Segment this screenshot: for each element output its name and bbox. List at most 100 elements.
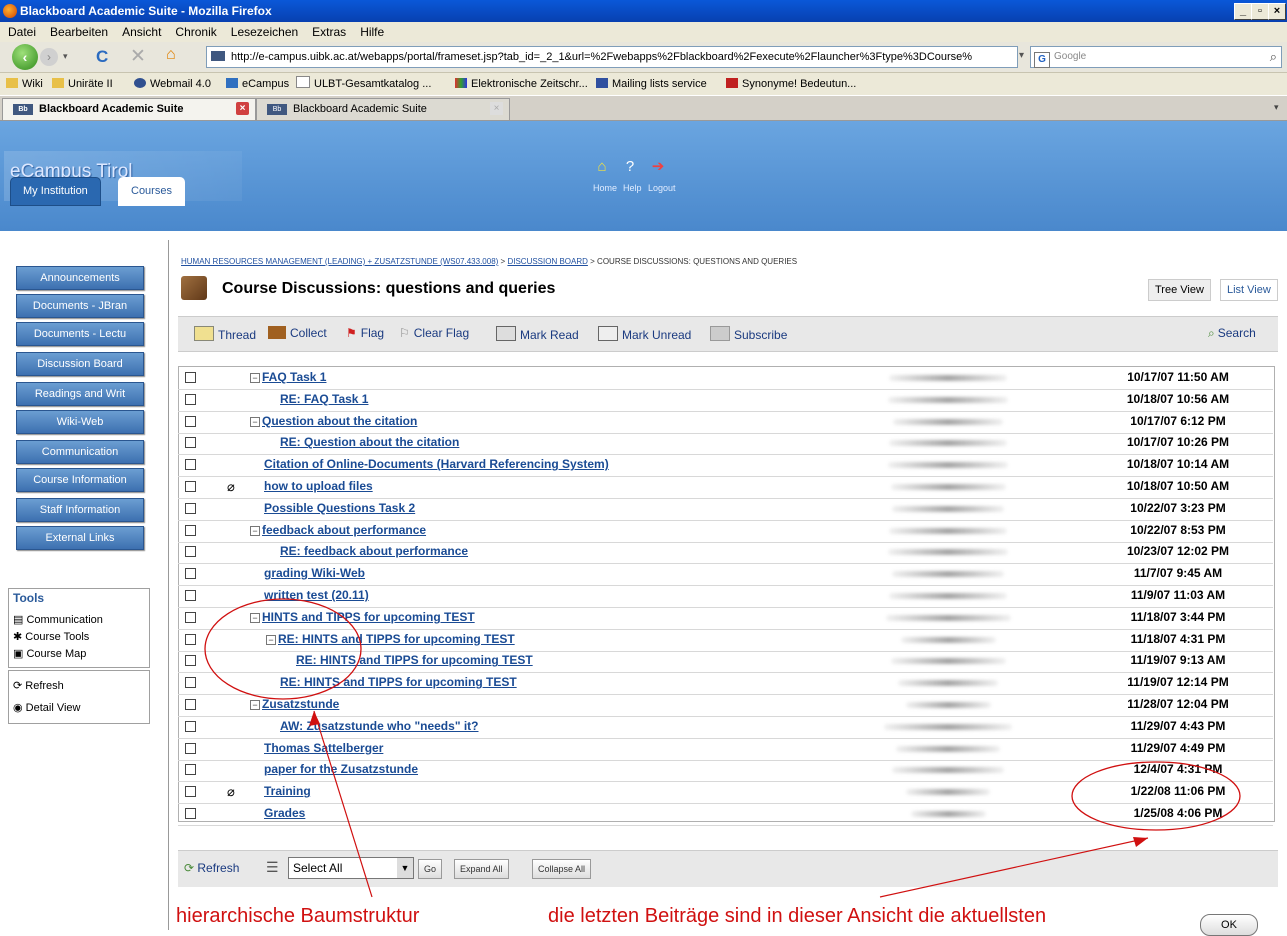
- menu-ansicht[interactable]: Ansicht: [122, 25, 161, 39]
- nav-documents-jbran[interactable]: Documents - JBran: [16, 294, 144, 318]
- row-checkbox[interactable]: [185, 372, 196, 383]
- reload-icon[interactable]: C: [96, 47, 108, 67]
- search-icon[interactable]: ⌕: [1270, 47, 1277, 67]
- tab-list-icon[interactable]: ▾: [1274, 102, 1279, 113]
- thread-subject-link[interactable]: Grades: [264, 806, 305, 820]
- nav-course-information[interactable]: Course Information: [16, 468, 144, 492]
- mark-unread-button[interactable]: Mark Unread: [598, 326, 691, 342]
- thread-subject-link[interactable]: Thomas Sattelberger: [264, 741, 383, 755]
- thread-subject-link[interactable]: RE: HINTS and TIPPS for upcoming TEST: [296, 653, 533, 667]
- bookmark-ulbt[interactable]: ULBT-Gesamtkatalog ...: [296, 73, 431, 95]
- thread-subject-link[interactable]: RE: HINTS and TIPPS for upcoming TEST: [278, 632, 515, 646]
- row-checkbox[interactable]: [185, 633, 196, 645]
- thread-subject-link[interactable]: RE: Question about the citation: [280, 435, 459, 449]
- nav-announcements[interactable]: Announcements: [16, 266, 144, 290]
- thread-subject-link[interactable]: RE: FAQ Task 1: [280, 392, 368, 406]
- thread-subject-link[interactable]: Question about the citation: [262, 414, 417, 428]
- nav-external-links[interactable]: External Links: [16, 526, 144, 550]
- help-icon[interactable]: ?: [622, 159, 638, 175]
- nav-communication[interactable]: Communication: [16, 440, 144, 464]
- bookmark-webmail[interactable]: Webmail 4.0: [134, 73, 211, 95]
- row-checkbox[interactable]: [185, 459, 196, 471]
- home-link[interactable]: Home: [593, 183, 617, 193]
- collapse-thread-icon[interactable]: −: [250, 416, 260, 427]
- collapse-all-button[interactable]: Collapse All: [532, 859, 592, 879]
- thread-subject-link[interactable]: AW: Zusatzstunde who "needs" it?: [280, 719, 479, 733]
- row-checkbox[interactable]: [185, 393, 196, 405]
- collapse-thread-icon[interactable]: −: [250, 373, 260, 383]
- tool-course-tools[interactable]: ✱ Course Tools: [13, 630, 89, 643]
- subscribe-button[interactable]: Subscribe: [710, 326, 787, 342]
- row-checkbox[interactable]: [185, 568, 196, 580]
- thread-subject-link[interactable]: Zusatzstunde: [262, 697, 339, 711]
- collapse-thread-icon[interactable]: −: [250, 700, 260, 710]
- tool-detail-view[interactable]: ◉ Detail View: [13, 701, 80, 714]
- expand-all-button[interactable]: Expand All: [454, 859, 509, 879]
- row-checkbox[interactable]: [185, 699, 196, 710]
- row-checkbox[interactable]: [185, 764, 196, 776]
- nav-readings[interactable]: Readings and Writ: [16, 382, 144, 406]
- row-checkbox[interactable]: [185, 742, 196, 754]
- thread-subject-link[interactable]: how to upload files: [264, 479, 373, 493]
- close-tab-icon[interactable]: ×: [236, 102, 249, 115]
- thread-subject-link[interactable]: RE: feedback about performance: [280, 544, 468, 558]
- bookmark-ezeitschrift[interactable]: Elektronische Zeitschr...: [455, 73, 588, 95]
- menu-bearbeiten[interactable]: Bearbeiten: [50, 25, 108, 39]
- collect-button[interactable]: Collect: [268, 326, 327, 340]
- minimize-button[interactable]: _: [1234, 3, 1252, 20]
- collapse-thread-icon[interactable]: −: [250, 525, 260, 536]
- menu-chronik[interactable]: Chronik: [175, 25, 216, 39]
- row-checkbox[interactable]: [185, 502, 196, 514]
- thread-subject-link[interactable]: grading Wiki-Web: [264, 566, 365, 580]
- thread-subject-link[interactable]: Citation of Online-Documents (Harvard Re…: [264, 457, 609, 471]
- tree-view-button[interactable]: Tree View: [1148, 279, 1211, 301]
- thread-subject-link[interactable]: feedback about performance: [262, 523, 426, 537]
- row-checkbox[interactable]: [185, 437, 196, 449]
- row-checkbox[interactable]: [185, 546, 196, 558]
- thread-subject-link[interactable]: HINTS and TIPPS for upcoming TEST: [262, 610, 475, 624]
- tab-active[interactable]: Bb Blackboard Academic Suite ×: [2, 98, 256, 120]
- search-input[interactable]: G Google ⌕: [1030, 46, 1282, 68]
- row-checkbox[interactable]: [185, 808, 196, 819]
- clear-flag-button[interactable]: ⚐ Clear Flag: [399, 326, 469, 340]
- row-checkbox[interactable]: [185, 720, 196, 732]
- ok-button[interactable]: OK: [1200, 914, 1258, 936]
- row-checkbox[interactable]: [185, 415, 196, 427]
- menu-lesezeichen[interactable]: Lesezeichen: [231, 25, 298, 39]
- history-dropdown-icon[interactable]: ▾: [63, 51, 68, 62]
- flag-button[interactable]: ⚑ Flag: [346, 326, 384, 340]
- row-checkbox[interactable]: [185, 611, 196, 623]
- home-icon[interactable]: ⌂: [166, 46, 176, 64]
- url-dropdown-icon[interactable]: ▾: [1019, 50, 1024, 61]
- tool-communication[interactable]: ▤ Communication: [13, 613, 103, 626]
- thread-subject-link[interactable]: Training: [264, 784, 311, 798]
- stop-icon[interactable]: ✕: [130, 45, 146, 68]
- collapse-thread-icon[interactable]: −: [266, 634, 276, 645]
- row-checkbox[interactable]: [185, 481, 196, 492]
- bookmark-ecampus[interactable]: eCampus: [226, 73, 289, 95]
- logout-icon[interactable]: ➔: [650, 159, 666, 175]
- thread-subject-link[interactable]: RE: HINTS and TIPPS for upcoming TEST: [280, 675, 517, 689]
- chevron-down-icon[interactable]: ▼: [397, 858, 413, 878]
- menu-hilfe[interactable]: Hilfe: [360, 25, 384, 39]
- google-icon[interactable]: G: [1034, 52, 1050, 68]
- mark-read-button[interactable]: Mark Read: [496, 326, 579, 342]
- tab-my-institution[interactable]: My Institution: [10, 177, 101, 206]
- breadcrumb-board[interactable]: DISCUSSION BOARD: [507, 257, 587, 266]
- row-checkbox[interactable]: [185, 590, 196, 601]
- select-all-dropdown[interactable]: Select All ▼: [288, 857, 414, 879]
- bookmark-synonyme[interactable]: Synonyme! Bedeutun...: [726, 73, 856, 95]
- thread-button[interactable]: Thread: [194, 326, 256, 342]
- nav-documents-lectu[interactable]: Documents - Lectu: [16, 322, 144, 346]
- thread-subject-link[interactable]: paper for the Zusatzstunde: [264, 762, 418, 776]
- address-bar[interactable]: http://e-campus.uibk.ac.at/webapps/porta…: [206, 46, 1018, 68]
- row-checkbox[interactable]: [185, 677, 196, 689]
- breadcrumb-course[interactable]: HUMAN RESOURCES MANAGEMENT (LEADING) + Z…: [181, 257, 498, 266]
- thread-subject-link[interactable]: Possible Questions Task 2: [264, 501, 415, 515]
- thread-subject-link[interactable]: written test (20.11): [264, 588, 369, 602]
- thread-subject-link[interactable]: FAQ Task 1: [262, 370, 326, 384]
- logout-link[interactable]: Logout: [648, 183, 676, 193]
- menu-datei[interactable]: Datei: [8, 25, 36, 39]
- tab-courses[interactable]: Courses: [118, 177, 185, 206]
- close-tab-icon[interactable]: ×: [490, 102, 503, 115]
